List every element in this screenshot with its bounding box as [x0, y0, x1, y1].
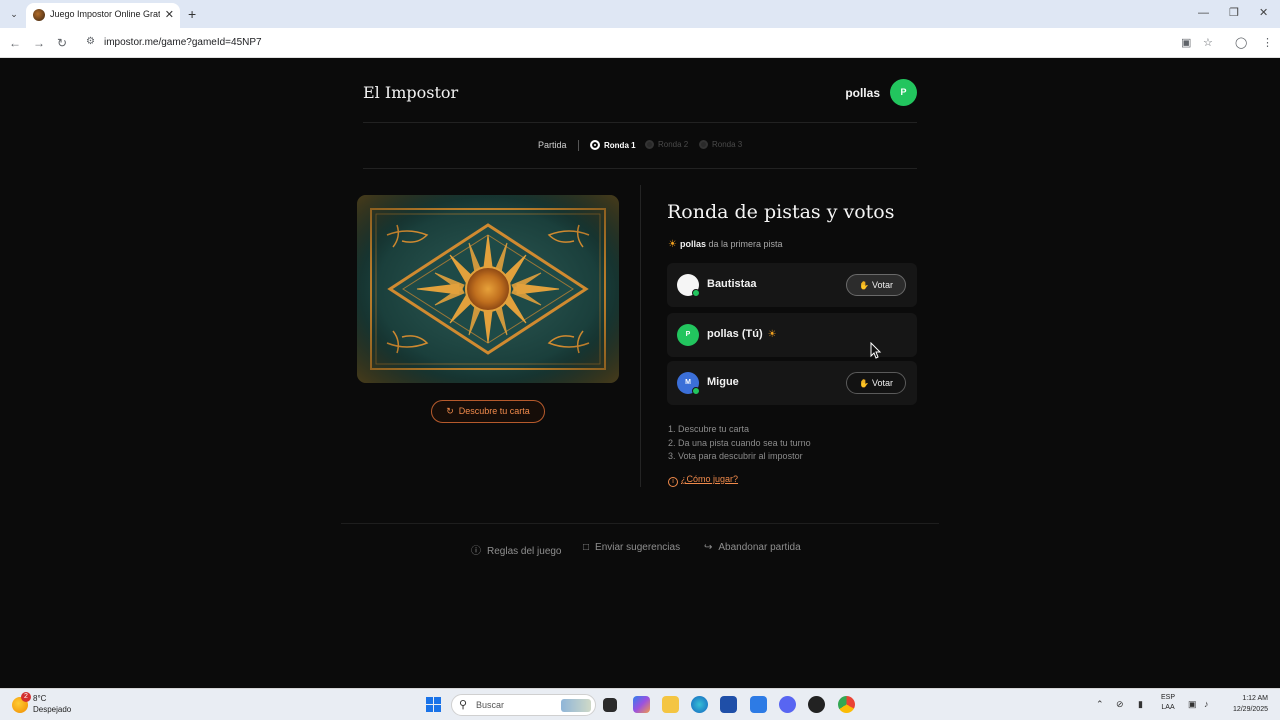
window-close-icon[interactable]: ✕: [1259, 6, 1268, 20]
suggestions-link[interactable]: □ Enviar sugerencias: [583, 542, 680, 553]
back-icon[interactable]: ←: [9, 35, 21, 51]
outlook-icon[interactable]: [750, 696, 767, 713]
sun-icon: ☀: [668, 239, 677, 250]
volume-icon[interactable]: ♪: [1204, 699, 1209, 709]
star-icon[interactable]: ☆: [1203, 35, 1213, 51]
player-avatar: P: [677, 324, 699, 346]
restore-icon[interactable]: ❐: [1229, 6, 1239, 20]
info-icon: ⓘ: [471, 546, 481, 557]
header-username: pollas: [845, 86, 880, 100]
info-icon: i: [668, 477, 678, 487]
search-placeholder: Buscar: [476, 700, 505, 710]
online-status-dot: [692, 289, 700, 297]
exit-icon: ↪: [704, 542, 713, 553]
footer-divider: [341, 523, 939, 524]
url-text[interactable]: impostor.me/game?gameId=45NP7: [104, 37, 262, 48]
hand-icon: ✋: [859, 379, 869, 388]
search-highlight-image: [561, 699, 591, 712]
brand-title[interactable]: El Impostor: [363, 83, 458, 102]
notification-badge: 2: [21, 692, 31, 702]
card-back[interactable]: [357, 195, 619, 383]
menu-kebab-icon[interactable]: ⋮: [1262, 35, 1273, 51]
tab-list-chevron-icon[interactable]: ⌄: [6, 6, 22, 22]
os-taskbar: 2 8°C Despejado ⚲ Buscar ⌃ ⊘ ▮ ESP LAA ▣ …: [0, 688, 1280, 720]
clue-turn-line: ☀ pollas da la primera pista: [668, 239, 783, 250]
player-name: Bautistaa: [707, 278, 757, 290]
sun-icon: ☀: [767, 329, 777, 340]
vote-button[interactable]: ✋ Votar: [846, 372, 906, 394]
site-info-icon[interactable]: ⚙: [86, 36, 95, 47]
step-round-3: Ronda 3: [699, 140, 742, 149]
taskbar-search[interactable]: ⚲ Buscar: [451, 694, 596, 716]
profile-icon[interactable]: ◯: [1235, 35, 1247, 51]
tab-favicon-icon: [33, 9, 45, 21]
system-clock[interactable]: 1:12 AM 12/29/2025: [1220, 693, 1268, 715]
how-to-play-link[interactable]: i ¿Cómo jugar?: [668, 474, 738, 487]
new-tab-icon[interactable]: +: [188, 6, 196, 22]
step-round-1: Ronda 1: [590, 140, 636, 150]
weather-temp: 8°C: [33, 694, 47, 703]
install-app-icon[interactable]: ▣: [1181, 35, 1191, 51]
browser-tabbar: ⌄ Juego Impostor Online Gratis - ✕ + — ❐…: [0, 0, 1280, 28]
stepper-divider: [363, 168, 917, 169]
rules-link[interactable]: ⓘ Reglas del juego: [471, 542, 562, 557]
step-dot-icon: [645, 140, 654, 149]
clue-player: pollas: [679, 239, 706, 249]
browser-toolbar: ← → ↻ ⚙ impostor.me/game?gameId=45NP7 ▣ …: [0, 28, 1280, 58]
network-off-icon[interactable]: ⊘: [1116, 699, 1124, 710]
hand-icon: ✋: [859, 281, 869, 290]
chat-icon: □: [583, 542, 590, 553]
leave-game-link[interactable]: ↪ Abandonar partida: [704, 542, 801, 553]
app-icon[interactable]: [808, 696, 825, 713]
address-bar[interactable]: ⚙ impostor.me/game?gameId=45NP7: [80, 32, 1220, 54]
search-icon: ⚲: [459, 699, 468, 711]
display-icon[interactable]: ▣: [1188, 699, 1197, 710]
header-divider: [363, 122, 917, 123]
vote-button[interactable]: ✋ Votar: [846, 274, 906, 296]
instruction-item: 1. Descubre tu carta: [668, 424, 750, 434]
edge-icon[interactable]: [691, 696, 708, 713]
windows-start-icon[interactable]: [426, 697, 441, 712]
tab-title: Juego Impostor Online Gratis -: [50, 9, 160, 19]
mouse-cursor-icon: [870, 342, 882, 359]
step-separator: [578, 140, 579, 151]
chrome-icon[interactable]: [838, 696, 855, 713]
panel-divider: [640, 185, 641, 487]
mic-icon[interactable]: ▮: [1138, 699, 1143, 710]
task-view-icon[interactable]: [603, 698, 617, 712]
step-dot-icon: [699, 140, 708, 149]
header-avatar[interactable]: P: [890, 79, 917, 106]
tray-chevron-icon[interactable]: ⌃: [1096, 699, 1104, 710]
step-round-2: Ronda 2: [645, 140, 688, 149]
step-partida: Partida: [538, 140, 567, 150]
minimize-icon[interactable]: —: [1198, 6, 1209, 20]
player-row: M Migue ✋ Votar: [667, 361, 917, 405]
refresh-icon: ↻: [446, 406, 454, 416]
weather-condition: Despejado: [33, 705, 72, 714]
instructions-list: 1. Descubre tu carta 2. Da una pista cua…: [668, 423, 811, 464]
instruction-item: 2. Da una pista cuando sea tu turno: [668, 437, 811, 448]
step-dot-icon: [590, 140, 600, 150]
player-name: pollas (Tú) ☀: [707, 328, 777, 340]
card-sun-ornament: [357, 195, 619, 383]
round-stepper: Partida Ronda 1 Ronda 2 Ronda 3: [0, 138, 1280, 154]
reload-icon[interactable]: ↻: [57, 35, 67, 51]
player-row: Bautistaa ✋ Votar: [667, 263, 917, 307]
tab-close-icon[interactable]: ✕: [165, 8, 174, 22]
store-icon[interactable]: [720, 696, 737, 713]
discord-icon[interactable]: [779, 696, 796, 713]
copilot-icon[interactable]: [633, 696, 650, 713]
language-indicator[interactable]: ESP LAA: [1161, 693, 1175, 713]
online-status-dot: [692, 387, 700, 395]
clue-text: da la primera pista: [705, 239, 783, 249]
round-title: Ronda de pistas y votos: [667, 201, 895, 223]
instruction-item: 3. Vota para descubrir al impostor: [668, 451, 803, 461]
discover-card-button[interactable]: ↻ Descubre tu carta: [431, 400, 545, 423]
player-name: Migue: [707, 376, 739, 388]
browser-tab[interactable]: Juego Impostor Online Gratis - ✕: [26, 3, 180, 28]
game-page: El Impostor pollas P Partida Ronda 1 Ron…: [0, 58, 1280, 688]
file-explorer-icon[interactable]: [662, 696, 679, 713]
forward-icon[interactable]: →: [33, 35, 45, 51]
